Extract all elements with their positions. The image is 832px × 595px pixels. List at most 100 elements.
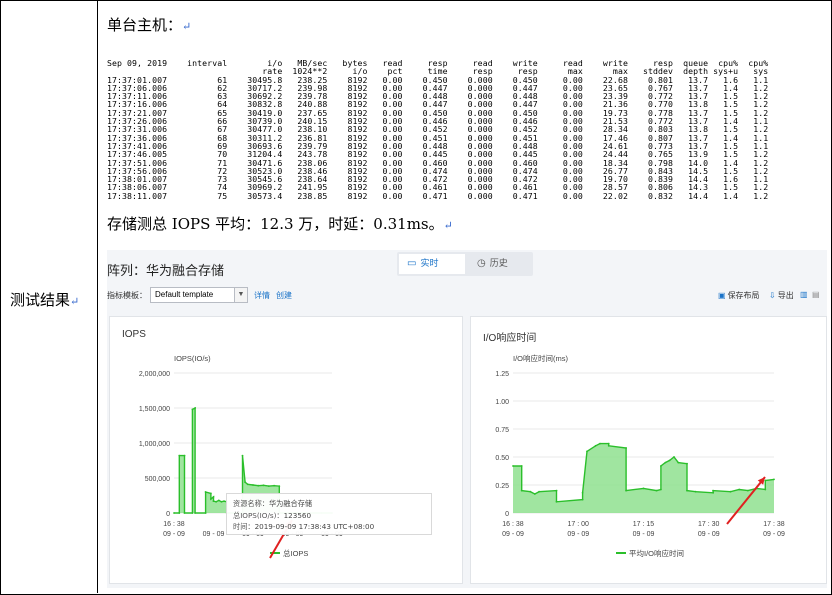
- y-axis-label: IOPS(IO/s): [174, 354, 211, 363]
- save-icon: ▣: [718, 291, 726, 300]
- data-point: [241, 454, 244, 457]
- x-tick-date: 09 - 09: [502, 531, 524, 538]
- data-point: [586, 450, 588, 453]
- data-point: [512, 465, 514, 467]
- data-point: [212, 500, 215, 502]
- latency-chart: I/O响应时间(ms) 1.25 1.00 0.75 0.50 0.25 0 16 : 38 0…: [495, 353, 785, 558]
- detail-link[interactable]: 详情: [254, 290, 270, 301]
- vdbench-log: Sep 09, 2019 interval i/o MB/sec bytes r…: [107, 58, 769, 201]
- x-tick-label: 17 : 00: [568, 521, 590, 528]
- y-tick-label: 1.25: [495, 371, 509, 378]
- data-point: [729, 490, 732, 493]
- data-point: [594, 444, 597, 447]
- iops-card: IOPS IOPS(IO/s) 2,000,000 1,500,000 1,000,0…: [109, 316, 463, 584]
- data-point: [173, 512, 175, 514]
- data-point: [677, 461, 680, 464]
- data-point: [533, 493, 536, 495]
- series-area: [513, 443, 774, 513]
- view-tabs: ▭ 实时 ◷ 历史: [397, 252, 533, 276]
- data-point: [267, 485, 270, 487]
- data-point: [625, 489, 627, 492]
- template-select[interactable]: Default template ▼: [150, 287, 248, 303]
- chevron-down-icon: ▼: [234, 288, 247, 302]
- grid-layout-icon[interactable]: ▥: [800, 290, 808, 299]
- data-point: [191, 512, 194, 514]
- y-tick-label: 1.00: [495, 399, 509, 406]
- x-tick-date: 09 - 09: [567, 531, 589, 538]
- data-point: [694, 490, 697, 493]
- data-point: [223, 500, 225, 502]
- data-point: [191, 408, 194, 411]
- tab-history[interactable]: ◷ 历史: [469, 254, 531, 274]
- data-point: [599, 442, 601, 445]
- y-tick-label: 2,000,000: [139, 371, 170, 378]
- y-tick-label: 0: [505, 511, 509, 518]
- data-point: [246, 483, 249, 486]
- export-button[interactable]: ⇩ 导出: [769, 290, 794, 301]
- summary-text: 存储测总 IOPS 平均：12.3 万，时延：0.31ms。↵: [107, 215, 453, 233]
- data-point: [194, 512, 196, 514]
- data-point: [712, 489, 714, 492]
- template-label: 指标模板：: [107, 291, 147, 300]
- y-tick-label: 0: [166, 511, 170, 518]
- table-divider: [97, 0, 98, 593]
- data-point: [217, 499, 220, 502]
- data-point: [183, 454, 186, 457]
- data-point: [194, 407, 196, 409]
- data-point: [773, 478, 775, 481]
- data-point: [220, 500, 223, 503]
- x-tick-date: 09 - 09: [203, 531, 225, 538]
- data-point: [686, 489, 688, 492]
- row-label: 测试结果↵: [10, 291, 80, 309]
- data-point: [210, 498, 212, 500]
- heading-single-host: 单台主机：↵: [107, 16, 192, 34]
- data-point: [660, 488, 662, 491]
- data-point: [538, 490, 540, 493]
- monitor-panel: 阵列：华为融合存储 ▭ 实时 ◷ 历史 指标模板： Default template…: [107, 250, 827, 588]
- data-point: [764, 479, 767, 482]
- data-point: [738, 488, 741, 491]
- x-tick-label: 17 : 38: [763, 521, 785, 528]
- data-point: [273, 484, 275, 487]
- data-point: [607, 444, 610, 447]
- data-point: [252, 484, 254, 486]
- data-point: [712, 491, 714, 494]
- data-point: [642, 487, 645, 490]
- tab-realtime[interactable]: ▭ 实时: [399, 254, 465, 274]
- data-point: [278, 485, 281, 487]
- data-point: [210, 492, 212, 495]
- y-tick-label: 1,500,000: [139, 406, 170, 413]
- save-layout-button[interactable]: ▣ 保存布局: [718, 290, 760, 301]
- y-tick-label: 0.75: [495, 427, 509, 434]
- data-point: [244, 481, 247, 484]
- data-point: [204, 512, 207, 514]
- data-point: [664, 461, 667, 464]
- data-point: [581, 491, 584, 494]
- y-tick-label: 500,000: [145, 476, 170, 483]
- data-point: [555, 500, 558, 503]
- data-point: [764, 488, 767, 491]
- data-point: [747, 489, 749, 492]
- data-point: [215, 500, 217, 503]
- list-layout-icon[interactable]: ▤: [812, 290, 820, 299]
- x-tick-date: 09 - 09: [698, 531, 720, 538]
- data-point: [204, 491, 207, 493]
- data-point: [529, 490, 532, 493]
- data-point: [262, 484, 265, 487]
- chart-tooltip: 资源名称：华为融合存储 总IOPS(IO/s)：123560 时间：2019-0…: [226, 493, 432, 535]
- legend-label: 总IOPS: [283, 548, 308, 558]
- data-point: [660, 465, 662, 467]
- data-point: [183, 512, 186, 514]
- panel-title: 阵列：华为融合存储: [107, 263, 225, 278]
- data-point: [625, 447, 627, 449]
- clock-icon: ◷: [477, 258, 486, 269]
- legend-label: 平均I/O响应时间: [629, 548, 684, 558]
- data-point: [212, 496, 215, 498]
- data-point: [673, 456, 675, 458]
- data-point: [607, 442, 610, 445]
- y-tick-label: 1,000,000: [139, 441, 170, 448]
- create-link[interactable]: 创建: [276, 290, 292, 301]
- paragraph-mark: ↵: [70, 295, 80, 308]
- y-axis-label: I/O响应时间(ms): [513, 353, 568, 363]
- paragraph-mark: ↵: [443, 219, 453, 232]
